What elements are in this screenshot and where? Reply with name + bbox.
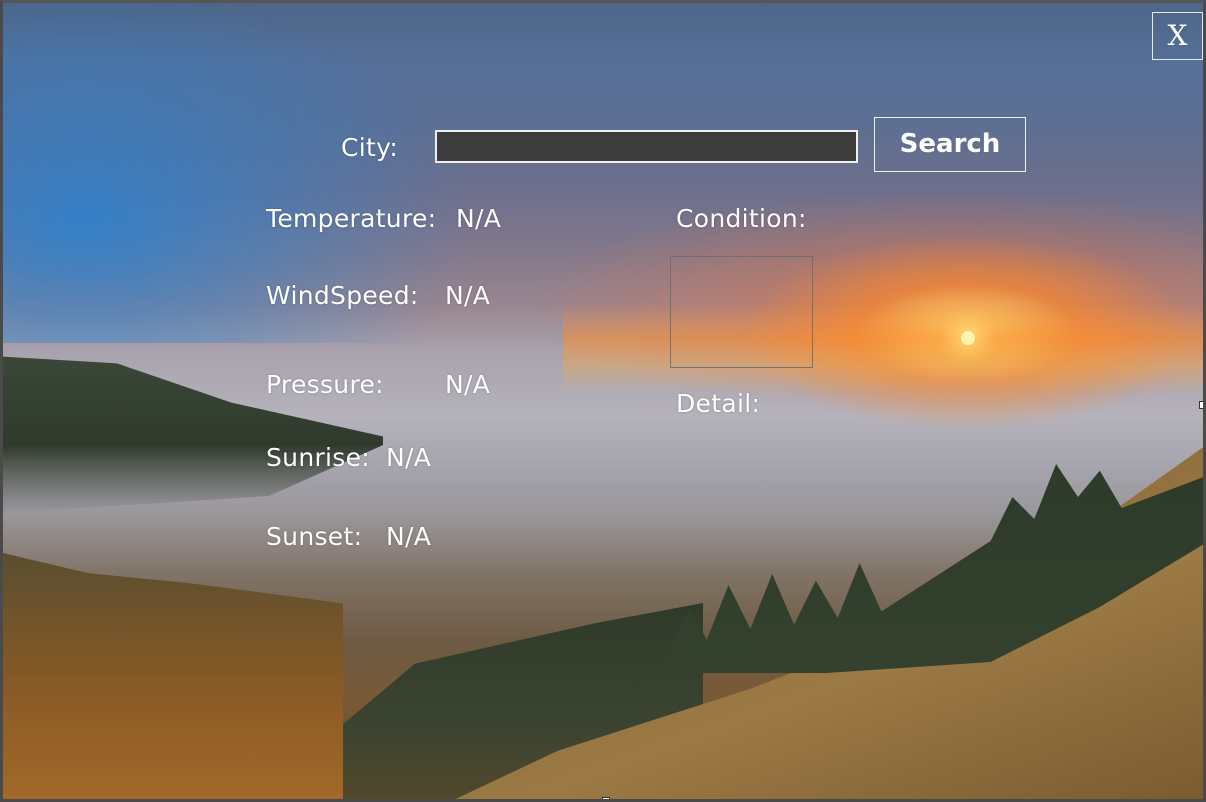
city-input[interactable] <box>435 130 858 163</box>
pressure-label: Pressure: <box>266 370 384 399</box>
close-button[interactable]: X <box>1152 12 1203 60</box>
detail-label: Detail: <box>676 389 761 418</box>
windspeed-value: N/A <box>445 281 491 310</box>
pressure-value: N/A <box>445 370 491 399</box>
condition-label: Condition: <box>676 204 807 233</box>
condition-icon-image <box>670 256 813 368</box>
windspeed-label: WindSpeed: <box>266 281 419 310</box>
sunset-value: N/A <box>386 522 432 551</box>
search-button[interactable]: Search <box>874 117 1026 172</box>
city-label: City: <box>341 133 399 162</box>
sunset-label: Sunset: <box>266 522 363 551</box>
weather-app-window: X City: Search Temperature: N/A WindSpee… <box>0 0 1206 802</box>
temperature-value: N/A <box>456 204 502 233</box>
right-resize-handle[interactable] <box>1199 401 1203 409</box>
sunrise-value: N/A <box>386 443 432 472</box>
temperature-label: Temperature: <box>266 204 437 233</box>
bottom-resize-handle[interactable] <box>602 797 610 799</box>
sunrise-label: Sunrise: <box>266 443 371 472</box>
